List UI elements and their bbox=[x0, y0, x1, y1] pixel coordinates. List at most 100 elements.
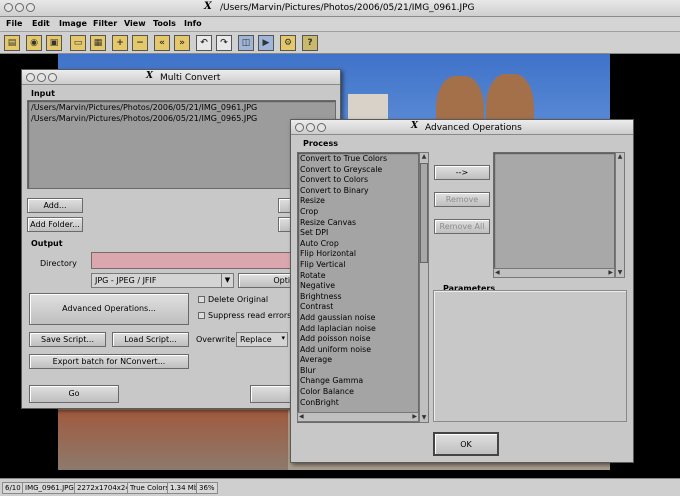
input-group-label: Input bbox=[31, 89, 55, 98]
close-window-button[interactable] bbox=[4, 3, 13, 12]
rotate-right-icon[interactable]: ↷ bbox=[216, 35, 232, 51]
menu-file[interactable]: File bbox=[6, 19, 22, 28]
scroll-down-icon[interactable]: ▼ bbox=[616, 269, 624, 277]
menu-filter[interactable]: Filter bbox=[93, 19, 117, 28]
help-icon[interactable]: ? bbox=[302, 35, 318, 51]
window-title: /Users/Marvin/Pictures/Photos/2006/05/21… bbox=[220, 3, 475, 13]
status-zoom: 36% bbox=[196, 482, 218, 494]
maximize-window-button[interactable] bbox=[26, 3, 35, 12]
list-item[interactable]: Average bbox=[298, 355, 418, 366]
export-batch-button[interactable]: Export batch for NConvert... bbox=[29, 354, 189, 369]
fullscreen-icon[interactable]: ◫ bbox=[238, 35, 254, 51]
list-item[interactable]: Auto Crop bbox=[298, 239, 418, 250]
list-item[interactable]: Color Balance bbox=[298, 387, 418, 398]
go-button[interactable]: Go bbox=[29, 385, 119, 403]
zoom-out-icon[interactable]: − bbox=[132, 35, 148, 51]
list-item[interactable]: ConBright bbox=[298, 398, 418, 409]
directory-input[interactable] bbox=[91, 252, 291, 269]
add-operation-button[interactable]: --> bbox=[434, 165, 490, 180]
selected-operations-list[interactable] bbox=[493, 152, 615, 278]
list-item[interactable]: Resize Canvas bbox=[298, 218, 418, 229]
menu-edit[interactable]: Edit bbox=[32, 19, 50, 28]
scroll-left-icon[interactable]: ◀ bbox=[299, 413, 304, 421]
remove-all-operations-button[interactable]: Remove All bbox=[434, 219, 490, 234]
status-dimensions: 2272x1704x24 bbox=[74, 482, 133, 494]
save-script-button[interactable]: Save Script... bbox=[29, 332, 106, 347]
list-item[interactable]: /Users/Marvin/Pictures/Photos/2006/05/21… bbox=[31, 103, 257, 112]
list-item[interactable]: Add uniform noise bbox=[298, 345, 418, 356]
close-window-button[interactable] bbox=[295, 123, 304, 132]
format-select[interactable]: JPG - JPEG / JFIF ▼ bbox=[91, 273, 234, 288]
chevron-down-icon: ▼ bbox=[221, 274, 233, 287]
list-item[interactable]: Convert to Binary bbox=[298, 186, 418, 197]
scroll-up-icon[interactable]: ▲ bbox=[616, 153, 624, 161]
minimize-window-button[interactable] bbox=[306, 123, 315, 132]
ok-button[interactable]: OK bbox=[433, 432, 499, 456]
process-list[interactable]: Convert to True Colors Convert to Greysca… bbox=[297, 152, 419, 423]
scroll-right-icon[interactable]: ▶ bbox=[608, 269, 613, 277]
menu-view[interactable]: View bbox=[124, 19, 146, 28]
process-list-scrollbar[interactable]: ▲ ▼ bbox=[419, 152, 429, 423]
browse-icon[interactable]: ◉ bbox=[26, 35, 42, 51]
next-icon[interactable]: » bbox=[174, 35, 190, 51]
list-item[interactable]: Change Gamma bbox=[298, 376, 418, 387]
selected-list-hscrollbar[interactable]: ◀ ▶ bbox=[493, 268, 615, 278]
advanced-operations-title-bar: X Advanced Operations bbox=[291, 120, 633, 135]
scroll-left-icon[interactable]: ◀ bbox=[495, 269, 500, 277]
rotate-left-icon[interactable]: ↶ bbox=[196, 35, 212, 51]
scroll-down-icon[interactable]: ▼ bbox=[420, 414, 428, 422]
list-item[interactable]: Blur bbox=[298, 366, 418, 377]
selected-list-scrollbar[interactable]: ▲ ▼ bbox=[615, 152, 625, 278]
list-item[interactable]: Add laplacian noise bbox=[298, 324, 418, 335]
save-icon[interactable]: ▣ bbox=[46, 35, 62, 51]
add-folder-button[interactable]: Add Folder... bbox=[27, 217, 83, 232]
list-item[interactable]: Set DPI bbox=[298, 228, 418, 239]
list-item[interactable]: Convert to True Colors bbox=[298, 154, 418, 165]
suppress-errors-checkbox[interactable] bbox=[198, 312, 205, 319]
list-item[interactable]: Contrast bbox=[298, 302, 418, 313]
minimize-window-button[interactable] bbox=[15, 3, 24, 12]
thumbnail-icon[interactable]: ▦ bbox=[90, 35, 106, 51]
list-item[interactable]: Convert to Greyscale bbox=[298, 165, 418, 176]
list-item[interactable]: Crop bbox=[298, 207, 418, 218]
parameters-panel bbox=[433, 290, 627, 422]
previous-icon[interactable]: « bbox=[154, 35, 170, 51]
slideshow-icon[interactable]: ▶ bbox=[258, 35, 274, 51]
print-icon[interactable]: ▭ bbox=[70, 35, 86, 51]
options-button[interactable]: Optio bbox=[238, 273, 298, 288]
add-button[interactable]: Add... bbox=[27, 198, 83, 213]
dialog-title: Multi Convert bbox=[160, 73, 221, 83]
list-item[interactable]: Resize bbox=[298, 196, 418, 207]
list-item[interactable]: Brightness bbox=[298, 292, 418, 303]
list-item[interactable]: /Users/Marvin/Pictures/Photos/2006/05/21… bbox=[31, 114, 257, 123]
list-item[interactable]: Rotate bbox=[298, 271, 418, 282]
settings-icon[interactable]: ⚙ bbox=[280, 35, 296, 51]
list-item[interactable]: Flip Horizontal bbox=[298, 249, 418, 260]
delete-original-checkbox[interactable] bbox=[198, 296, 205, 303]
close-window-button[interactable] bbox=[26, 73, 35, 82]
maximize-window-button[interactable] bbox=[48, 73, 57, 82]
x11-logo: X bbox=[411, 121, 418, 131]
menu-image[interactable]: Image bbox=[59, 19, 87, 28]
scroll-thumb[interactable] bbox=[420, 163, 428, 263]
overwrite-select[interactable]: Replace ▾ bbox=[236, 332, 288, 347]
list-item[interactable]: Convert to Colors bbox=[298, 175, 418, 186]
process-list-hscrollbar[interactable]: ◀ ▶ bbox=[297, 412, 419, 422]
x11-logo: X bbox=[146, 71, 153, 81]
maximize-window-button[interactable] bbox=[317, 123, 326, 132]
list-item[interactable]: Add poisson noise bbox=[298, 334, 418, 345]
menu-tools[interactable]: Tools bbox=[153, 19, 176, 28]
open-file-icon[interactable]: ▤ bbox=[4, 35, 20, 51]
scroll-right-icon[interactable]: ▶ bbox=[412, 413, 417, 421]
format-select-value: JPG - JPEG / JFIF bbox=[95, 276, 157, 285]
scroll-up-icon[interactable]: ▲ bbox=[420, 153, 428, 161]
list-item[interactable]: Add gaussian noise bbox=[298, 313, 418, 324]
remove-operation-button[interactable]: Remove bbox=[434, 192, 490, 207]
zoom-in-icon[interactable]: + bbox=[112, 35, 128, 51]
load-script-button[interactable]: Load Script... bbox=[112, 332, 189, 347]
advanced-operations-button[interactable]: Advanced Operations... bbox=[29, 293, 189, 325]
list-item[interactable]: Negative bbox=[298, 281, 418, 292]
menu-info[interactable]: Info bbox=[184, 19, 202, 28]
minimize-window-button[interactable] bbox=[37, 73, 46, 82]
list-item[interactable]: Flip Vertical bbox=[298, 260, 418, 271]
